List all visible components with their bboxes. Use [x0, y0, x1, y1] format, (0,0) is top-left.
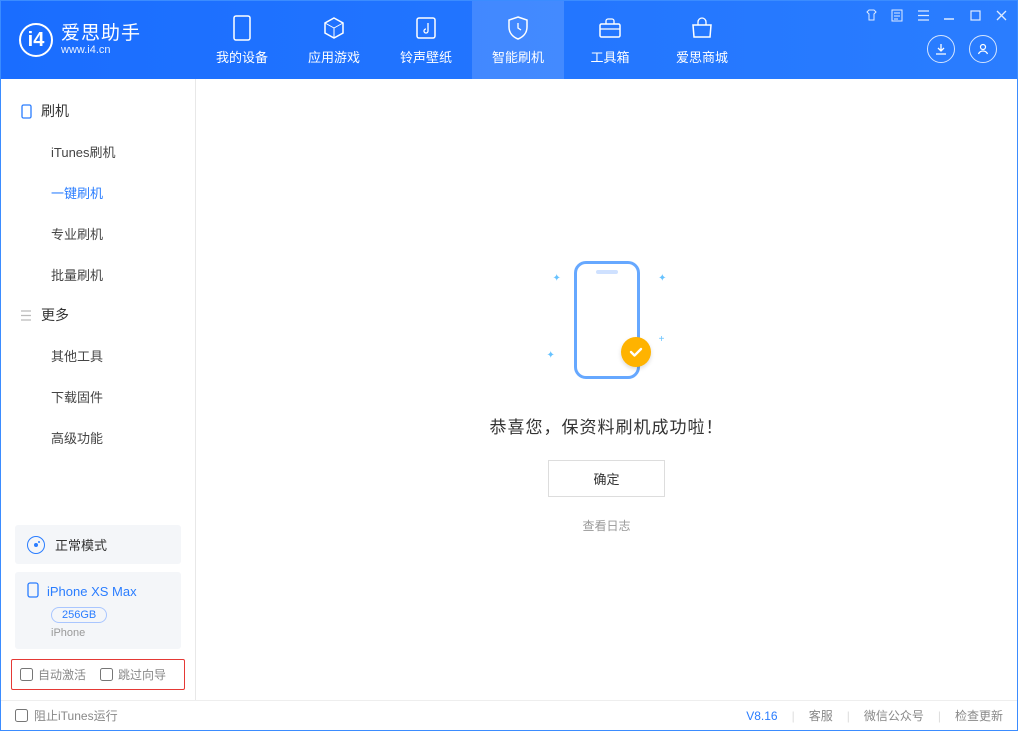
app-header: i4 爱思助手 www.i4.cn 我的设备 应用游戏 铃声壁纸 智能刷机 工具…: [1, 1, 1017, 79]
skip-guide-option[interactable]: 跳过向导: [100, 666, 166, 683]
device-name: iPhone XS Max: [47, 584, 137, 599]
sidebar-item-pro-flash[interactable]: 专业刷机: [1, 213, 195, 254]
section-title: 更多: [41, 305, 69, 325]
tab-my-device[interactable]: 我的设备: [196, 1, 288, 79]
tab-label: 应用游戏: [308, 47, 360, 66]
logo-icon: i4: [19, 23, 53, 57]
user-icon[interactable]: [969, 35, 997, 63]
tab-label: 爱思商城: [676, 47, 728, 66]
status-bar: 阻止iTunes运行 V8.16 | 客服 | 微信公众号 | 检查更新: [1, 700, 1017, 730]
skip-guide-checkbox[interactable]: [100, 668, 113, 681]
device-card[interactable]: iPhone XS Max 256GB iPhone: [15, 572, 181, 649]
device-icon: [27, 582, 39, 601]
list-icon: [19, 308, 33, 322]
skip-guide-label: 跳过向导: [118, 666, 166, 683]
success-message: 恭喜您，保资料刷机成功啦！: [490, 413, 724, 438]
sidebar-item-other-tools[interactable]: 其他工具: [1, 335, 195, 376]
sidebar: 刷机 iTunes刷机 一键刷机 专业刷机 批量刷机 更多 其他工具 下载固件 …: [1, 79, 196, 700]
phone-small-icon: [19, 104, 33, 118]
app-subtitle: www.i4.cn: [61, 44, 141, 56]
music-icon: [413, 15, 439, 41]
shirt-icon[interactable]: [863, 7, 879, 23]
footer-link-update[interactable]: 检查更新: [955, 707, 1003, 724]
sidebar-item-batch-flash[interactable]: 批量刷机: [1, 254, 195, 295]
tab-label: 铃声壁纸: [400, 47, 452, 66]
app-title: 爱思助手: [61, 24, 141, 45]
sidebar-item-advanced[interactable]: 高级功能: [1, 417, 195, 458]
tab-ringtone-wallpaper[interactable]: 铃声壁纸: [380, 1, 472, 79]
tab-apps-games[interactable]: 应用游戏: [288, 1, 380, 79]
menu-icon[interactable]: [915, 7, 931, 23]
version-label: V8.16: [746, 709, 777, 723]
sidebar-section-more: 更多: [1, 295, 195, 335]
option-checkbox-row: 自动激活 跳过向导: [11, 659, 185, 690]
sidebar-item-download-firmware[interactable]: 下载固件: [1, 376, 195, 417]
device-icon: [229, 15, 255, 41]
checkmark-badge-icon: [621, 337, 651, 367]
tab-label: 工具箱: [590, 47, 629, 66]
sparkle-icon: ✦: [658, 273, 666, 284]
mode-label: 正常模式: [55, 535, 107, 554]
auto-activate-option[interactable]: 自动激活: [20, 666, 86, 683]
sparkle-icon: +: [659, 334, 665, 345]
main-content: ✦ ✦ ✦ + 恭喜您，保资料刷机成功啦！ 确定 查看日志: [196, 79, 1017, 700]
header-actions: [927, 35, 997, 63]
sparkle-icon: ✦: [553, 273, 561, 284]
close-icon[interactable]: [993, 7, 1009, 23]
minimize-icon[interactable]: [941, 7, 957, 23]
sidebar-item-onekey-flash[interactable]: 一键刷机: [1, 172, 195, 213]
footer-link-wechat[interactable]: 微信公众号: [864, 707, 924, 724]
sparkle-icon: ✦: [547, 350, 555, 361]
mode-card[interactable]: 正常模式: [15, 525, 181, 564]
footer-link-support[interactable]: 客服: [809, 707, 833, 724]
view-log-link[interactable]: 查看日志: [582, 517, 630, 534]
nav-tabs: 我的设备 应用游戏 铃声壁纸 智能刷机 工具箱 爱思商城: [196, 1, 748, 79]
toolbox-icon: [597, 15, 623, 41]
tab-store[interactable]: 爱思商城: [656, 1, 748, 79]
sidebar-item-itunes-flash[interactable]: iTunes刷机: [1, 131, 195, 172]
storage-badge: 256GB: [51, 607, 107, 623]
app-logo: i4 爱思助手 www.i4.cn: [1, 23, 196, 57]
window-controls: [863, 7, 1009, 23]
maximize-icon[interactable]: [967, 7, 983, 23]
block-itunes-label: 阻止iTunes运行: [34, 707, 118, 724]
sidebar-section-flash: 刷机: [1, 91, 195, 131]
block-itunes-checkbox[interactable]: [15, 709, 28, 722]
device-type: iPhone: [51, 627, 169, 639]
cube-icon: [321, 15, 347, 41]
success-illustration: ✦ ✦ ✦ +: [547, 245, 667, 395]
tab-smart-flash[interactable]: 智能刷机: [472, 1, 564, 79]
tab-label: 我的设备: [216, 47, 268, 66]
tab-toolbox[interactable]: 工具箱: [564, 1, 656, 79]
mode-icon: [27, 536, 45, 554]
shield-icon: [505, 15, 531, 41]
ok-button[interactable]: 确定: [548, 460, 664, 497]
auto-activate-checkbox[interactable]: [20, 668, 33, 681]
section-title: 刷机: [41, 101, 69, 121]
store-icon: [689, 15, 715, 41]
notes-icon[interactable]: [889, 7, 905, 23]
auto-activate-label: 自动激活: [38, 666, 86, 683]
download-icon[interactable]: [927, 35, 955, 63]
tab-label: 智能刷机: [492, 47, 544, 66]
